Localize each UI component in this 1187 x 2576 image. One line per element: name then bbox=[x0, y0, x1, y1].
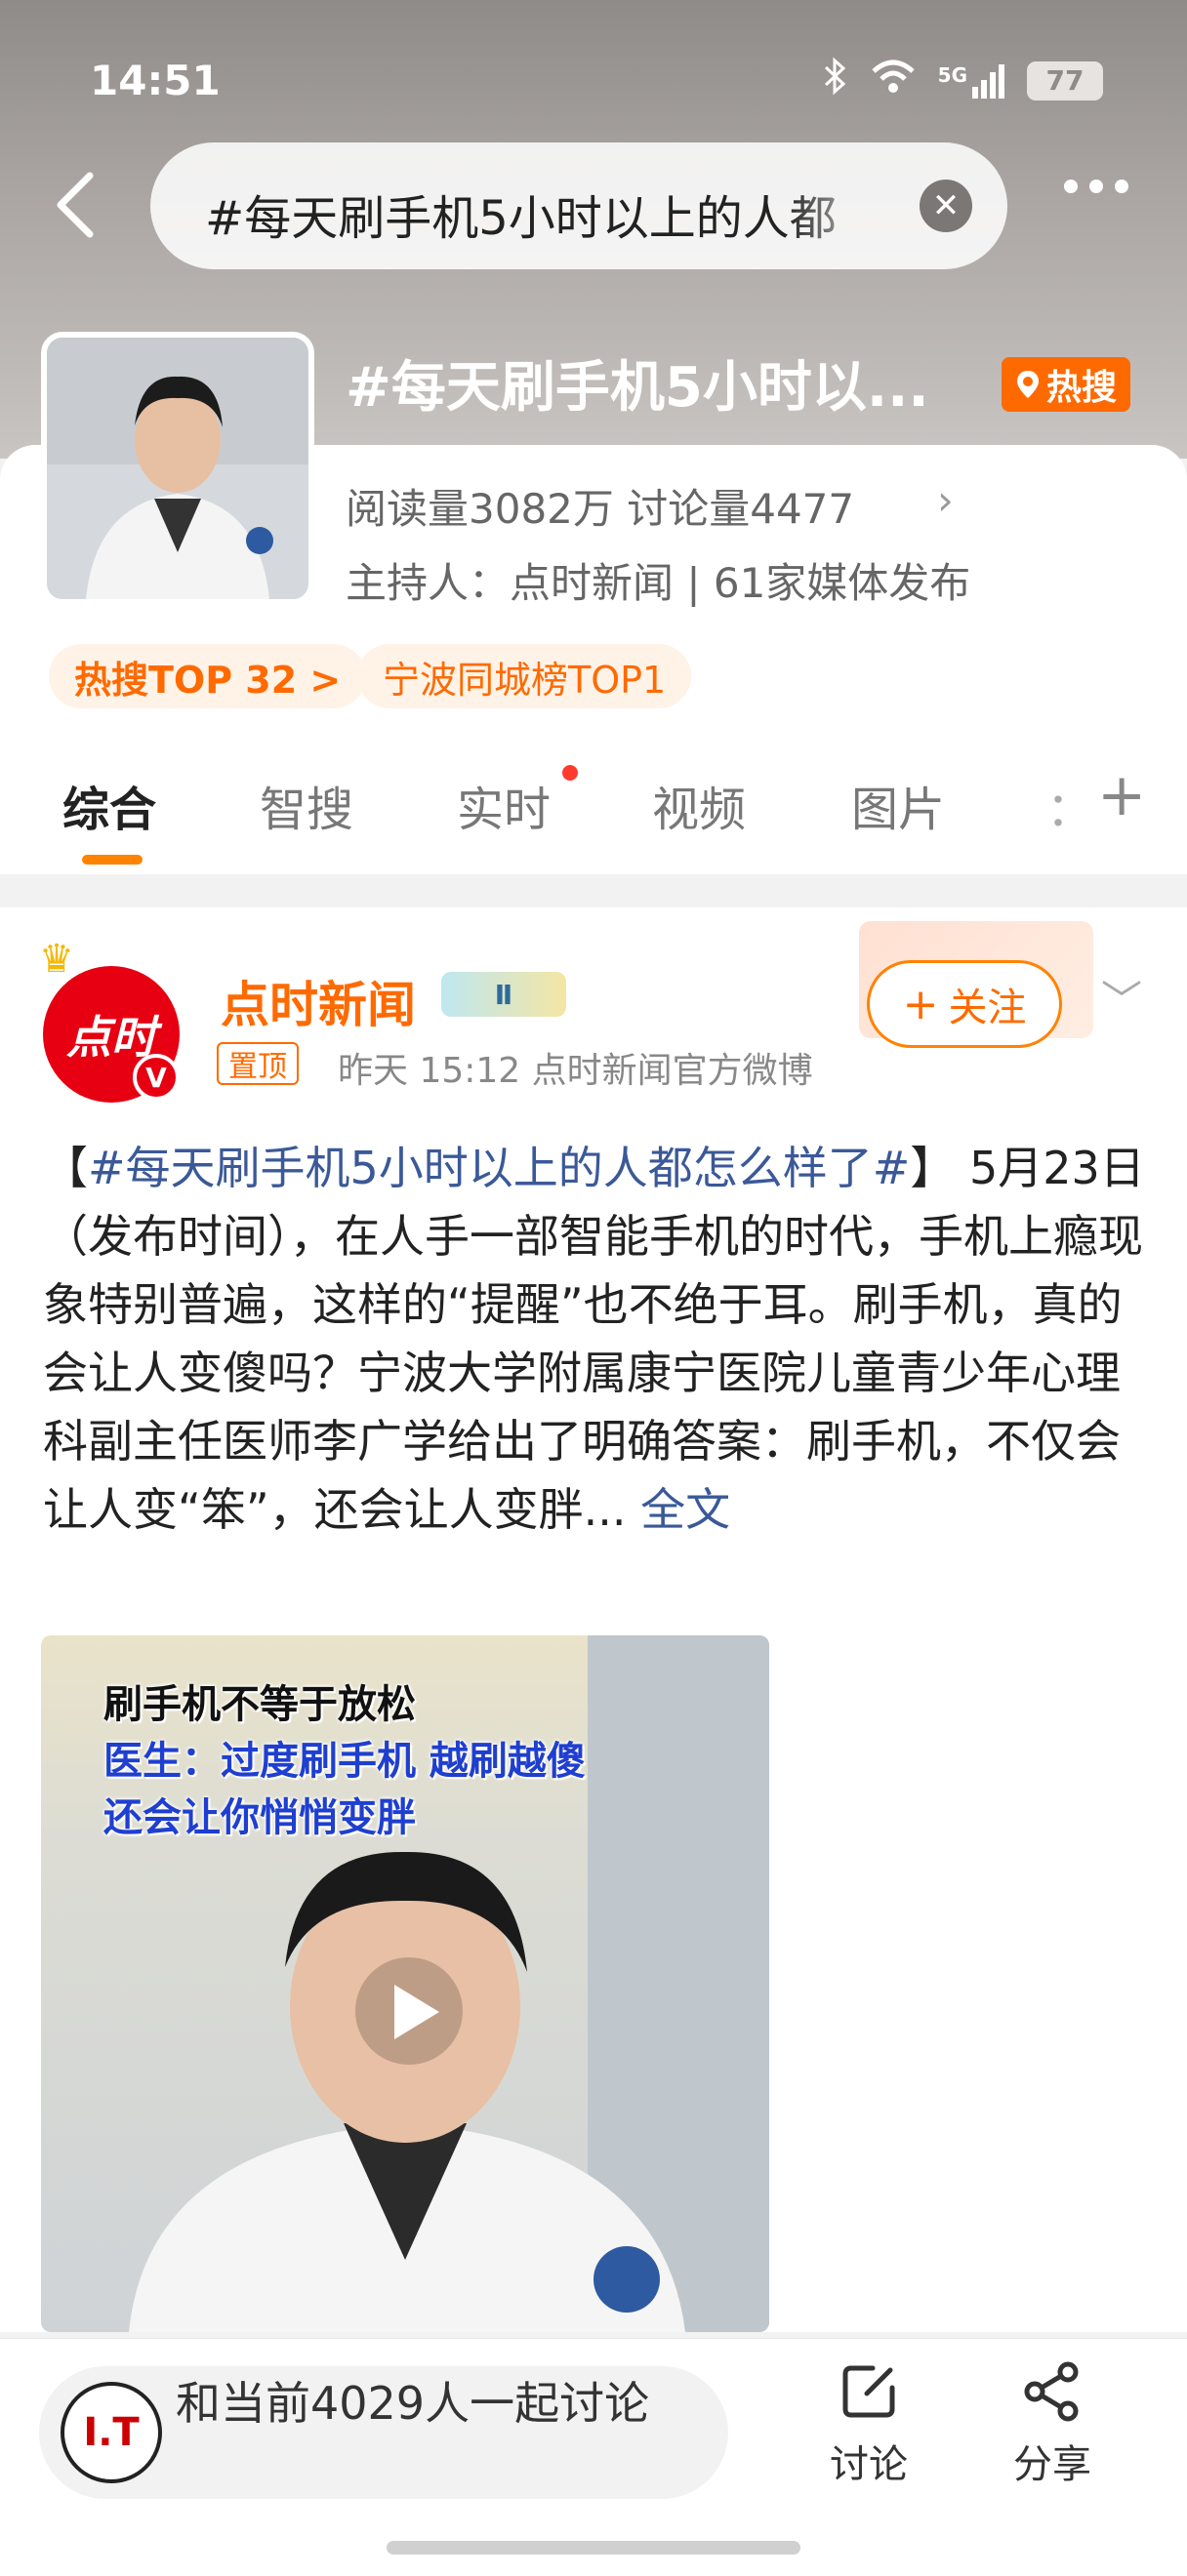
tab-video[interactable]: 视频 bbox=[652, 771, 746, 839]
status-icons: 5G 77 bbox=[823, 57, 1103, 104]
search-input[interactable]: #每天刷手机5小时以上的人都 ✕ bbox=[150, 142, 1007, 269]
add-tab-icon[interactable]: + bbox=[1097, 761, 1146, 829]
edit-icon bbox=[842, 2365, 895, 2418]
topic-thumbnail[interactable] bbox=[41, 332, 314, 605]
tab-images[interactable]: 图片 bbox=[851, 771, 945, 839]
post-card: ♛ 点时 V 点时新闻 Ⅱ 置顶 昨天 15:12 点时新闻官方微博 + 关注 … bbox=[0, 907, 1187, 2332]
discuss-label: 讨论 bbox=[830, 2442, 908, 2487]
video-thumbnail[interactable]: 刷手机不等于放松 医生：过度刷手机 越刷越傻 还会让你悄悄变胖 bbox=[41, 1635, 769, 2332]
topic-stats[interactable]: 阅读量3082万 讨论量4477 bbox=[346, 476, 854, 536]
video-caption-2: 医生：过度刷手机 越刷越傻 bbox=[103, 1739, 586, 1784]
topic-host: 主持人：点时新闻 | 61家媒体发布 bbox=[346, 559, 971, 607]
status-bar: 14:51 5G 77 bbox=[0, 0, 1187, 156]
new-content-dot bbox=[562, 765, 578, 781]
discuss-prompt: 和当前4029人一起讨论 bbox=[176, 2377, 650, 2430]
chevron-left-icon bbox=[57, 172, 94, 238]
wifi-icon bbox=[870, 58, 917, 103]
follow-button[interactable]: + 关注 bbox=[867, 960, 1062, 1048]
more-options-button[interactable] bbox=[1064, 180, 1128, 193]
tab-realtime[interactable]: 实时 bbox=[457, 771, 551, 839]
dot-icon bbox=[1115, 180, 1128, 193]
dot-icon bbox=[1089, 180, 1103, 193]
discuss-button[interactable]: 讨论 bbox=[800, 2360, 937, 2489]
hot-badge-label: 热搜 bbox=[1046, 368, 1118, 408]
doctor-portrait-image bbox=[47, 338, 308, 599]
cellular-signal-icon: 5G bbox=[938, 63, 1005, 99]
tab-smart-search[interactable]: 智搜 bbox=[260, 771, 353, 839]
bracket-open: 【 bbox=[43, 1142, 88, 1194]
status-time: 14:51 bbox=[90, 57, 221, 104]
battery-indicator: 77 bbox=[1027, 60, 1103, 101]
bluetooth-icon bbox=[823, 57, 848, 104]
chevron-right-icon[interactable]: › bbox=[937, 476, 954, 524]
follow-label: 关注 bbox=[948, 986, 1027, 1030]
chevron-down-icon[interactable]: ﹀ bbox=[1101, 968, 1142, 1027]
hashtag-link[interactable]: #每天刷手机5小时以上的人都怎么样了# bbox=[88, 1142, 910, 1194]
topic-title: #每天刷手机5小时以... bbox=[346, 356, 929, 420]
back-button[interactable] bbox=[47, 166, 105, 244]
post-body: 【#每天刷手机5小时以上的人都怎么样了#】 5月23日（发布时间），在人手一部智… bbox=[43, 1134, 1146, 1544]
hot-search-badge[interactable]: 热搜 bbox=[1002, 357, 1131, 412]
network-type: 5G bbox=[937, 62, 967, 87]
share-button[interactable]: 分享 bbox=[984, 2360, 1121, 2489]
location-pin-icon bbox=[1017, 371, 1039, 398]
play-icon[interactable] bbox=[355, 1957, 463, 2065]
full-text-link[interactable]: 全文 bbox=[640, 1483, 730, 1536]
pinned-badge: 置顶 bbox=[217, 1042, 299, 1085]
tab-overflow[interactable]: ： bbox=[1046, 771, 1093, 839]
share-label: 分享 bbox=[1013, 2442, 1091, 2487]
verified-v-icon: V bbox=[133, 1054, 180, 1101]
tab-bar: 综合 智搜 实时 视频 图片 ： + bbox=[0, 761, 1187, 868]
tab-general[interactable]: 综合 bbox=[62, 771, 156, 839]
author-name[interactable]: 点时新闻 bbox=[221, 966, 416, 1036]
post-body-text: 】 5月23日（发布时间），在人手一部智能手机的时代，手机上瘾现象特别普遍，这样… bbox=[43, 1142, 1145, 1536]
share-icon bbox=[1024, 2361, 1079, 2422]
dot-icon bbox=[1064, 180, 1078, 193]
video-caption-3: 还会让你悄悄变胖 bbox=[103, 1795, 416, 1840]
search-query: #每天刷手机5小时以上的人都 bbox=[205, 191, 837, 246]
crown-icon: ♛ bbox=[39, 937, 74, 982]
active-tab-indicator bbox=[82, 855, 143, 865]
home-indicator[interactable] bbox=[387, 2541, 800, 2555]
clear-search-button[interactable]: ✕ bbox=[920, 180, 972, 232]
city-rank-chip[interactable]: 宁波同城榜TOP1 bbox=[357, 644, 692, 708]
post-meta: 昨天 15:12 点时新闻官方微博 bbox=[338, 1051, 813, 1091]
user-level-badge: Ⅱ bbox=[441, 972, 566, 1017]
plus-icon: + bbox=[902, 979, 939, 1029]
discuss-input[interactable]: I.T 和当前4029人一起讨论 bbox=[39, 2366, 728, 2499]
hot-rank-chip[interactable]: 热搜TOP 32 > bbox=[49, 644, 367, 708]
it-logo: I.T bbox=[61, 2382, 162, 2483]
video-caption-1: 刷手机不等于放松 bbox=[103, 1682, 416, 1727]
